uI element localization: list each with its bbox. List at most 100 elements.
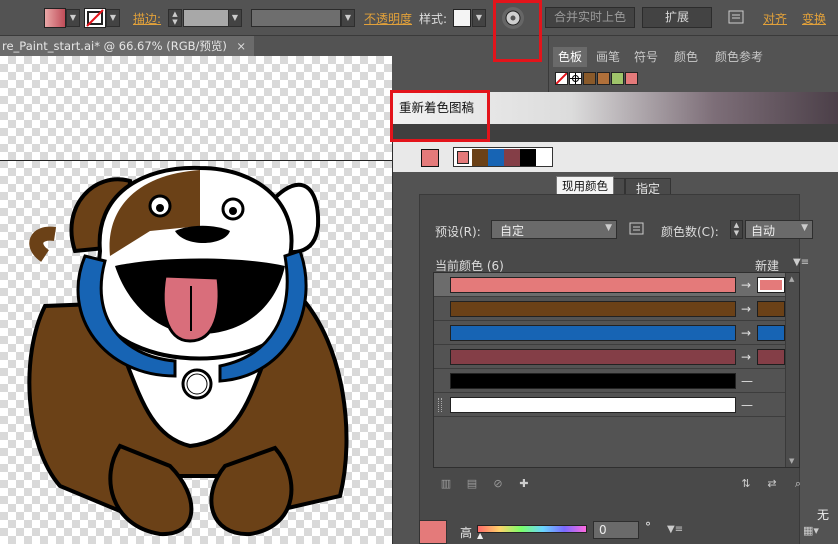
current-color-bar-brown[interactable]: [450, 301, 736, 317]
no-assign-dash: —: [741, 398, 753, 412]
current-color-bar-maroon[interactable]: [450, 349, 736, 365]
swatch-4[interactable]: [625, 72, 638, 85]
find-color-icon[interactable]: ⌕: [791, 478, 805, 490]
drag-handle-icon[interactable]: [438, 398, 442, 412]
new-color-swatch-maroon[interactable]: [757, 349, 785, 365]
hue-slider[interactable]: [477, 525, 587, 533]
color-count-stepper[interactable]: ▲ ▼: [730, 220, 743, 239]
color-row-white[interactable]: —: [434, 393, 799, 417]
fill-dropdown[interactable]: ▼: [66, 9, 80, 27]
random-order-icon[interactable]: ⇅: [739, 478, 753, 490]
style-dropdown[interactable]: ▼: [472, 9, 486, 27]
opacity-label[interactable]: 不透明度: [364, 10, 412, 27]
swatch-1[interactable]: [583, 72, 596, 85]
random-saturation-icon[interactable]: ⇄: [765, 478, 779, 490]
none-label: 无: [817, 508, 830, 522]
strip-pink: [457, 151, 469, 164]
merge-colors-icon[interactable]: ▤: [465, 478, 479, 490]
tab-brushes[interactable]: 画笔: [591, 47, 625, 67]
new-color-swatch-pink[interactable]: [757, 277, 785, 293]
color-count-value: 自动: [751, 224, 776, 238]
control-bar: ▼ ▼ 描边: ▲ ▼ ▼ ▼ 不透明度 样式: ▼ 合并实时上色 扩展 对齐 …: [0, 0, 838, 36]
document-tab[interactable]: re_Paint_start.ai* @ 66.67% (RGB/预览) ×: [0, 36, 254, 56]
current-color-swatch[interactable]: [421, 149, 439, 167]
stroke-weight-field[interactable]: [183, 9, 229, 27]
preset-select[interactable]: 自定 ▼: [491, 220, 617, 239]
swatch-registration[interactable]: [569, 72, 582, 85]
color-group-header: [393, 142, 838, 172]
hue-value-field[interactable]: 0: [593, 521, 639, 539]
bulldog-illustration: [27, 165, 349, 537]
current-color-bar-blue[interactable]: [450, 325, 736, 341]
expand-button[interactable]: 扩展: [642, 7, 712, 28]
color-count-dropdown-icon: ▼: [801, 223, 808, 233]
highlight-dialog-title: [390, 90, 490, 142]
recolor-artwork-dialog: 重新着色图稿 指定 现用颜色 预设(R): 自定 ▼ 颜色数(C): ▲ ▼ 自…: [392, 92, 838, 544]
assign-arrow[interactable]: →: [741, 273, 751, 297]
exclude-colors-icon[interactable]: ⊘: [491, 478, 505, 490]
tab-swatches[interactable]: 色板: [553, 47, 587, 67]
strip-black: [520, 149, 536, 166]
artboard-canvas[interactable]: [0, 56, 392, 544]
transform-link[interactable]: 变换: [802, 10, 826, 27]
hue-value: 0: [599, 523, 607, 537]
color-row-black[interactable]: —: [434, 369, 799, 393]
fill-swatch[interactable]: [44, 8, 66, 28]
stroke-swatch[interactable]: [84, 8, 106, 28]
color-row-blue[interactable]: →: [434, 321, 799, 345]
color-row-pink[interactable]: →: [434, 273, 799, 297]
bottom-color-swatch[interactable]: [419, 520, 447, 544]
scroll-down-icon[interactable]: ▼: [789, 457, 794, 465]
style-label: 样式:: [419, 12, 448, 26]
active-colors-strip[interactable]: [453, 147, 553, 167]
align-link[interactable]: 对齐: [763, 10, 787, 27]
color-grid-icon[interactable]: ▦▾: [803, 524, 819, 537]
new-row-icon[interactable]: ✚: [517, 478, 531, 490]
preset-options-icon[interactable]: [629, 222, 645, 236]
panel-options-icon[interactable]: [727, 9, 745, 25]
tab-color-guide[interactable]: 颜色参考: [709, 47, 769, 67]
new-color-swatch-brown[interactable]: [757, 301, 785, 317]
color-row-maroon[interactable]: →: [434, 345, 799, 369]
tab-color[interactable]: 颜色: [669, 47, 703, 67]
swatch-3[interactable]: [611, 72, 624, 85]
stroke-label[interactable]: 描边:: [133, 10, 161, 27]
hue-slider-handle[interactable]: ▲: [477, 531, 483, 540]
current-color-bar-pink[interactable]: [450, 277, 736, 293]
strip-maroon: [504, 149, 520, 166]
scroll-up-icon[interactable]: ▲: [789, 275, 794, 283]
strip-blue: [488, 149, 504, 166]
separate-colors-icon[interactable]: ▥: [439, 478, 453, 490]
stroke-dropdown[interactable]: ▼: [106, 9, 120, 27]
no-assign-dash: —: [741, 374, 753, 388]
assign-arrow[interactable]: →: [741, 321, 751, 345]
style-swatch[interactable]: [453, 9, 471, 27]
assign-arrow[interactable]: →: [741, 297, 751, 321]
color-row-brown[interactable]: →: [434, 297, 799, 321]
variable-width-profile[interactable]: [251, 9, 341, 27]
current-color-bar-white[interactable]: [450, 397, 736, 413]
preset-label: 预设(R):: [435, 225, 481, 239]
merge-live-paint-button[interactable]: 合并实时上色: [545, 7, 635, 28]
stroke-weight-stepper[interactable]: ▲ ▼: [168, 9, 182, 27]
document-title: re_Paint_start.ai* @ 66.67% (RGB/预览): [2, 39, 227, 53]
bottom-label: 高: [460, 526, 473, 540]
highlight-recolor-button: [493, 0, 542, 62]
profile-dropdown[interactable]: ▼: [341, 9, 355, 27]
list-menu-icon[interactable]: ▼≡: [793, 257, 809, 268]
degree-unit: °: [645, 520, 651, 534]
new-color-swatch-blue[interactable]: [757, 325, 785, 341]
list-scrollbar[interactable]: ▲ ▼: [785, 273, 799, 467]
close-tab-icon[interactable]: ×: [236, 36, 246, 56]
stroke-weight-dropdown[interactable]: ▼: [228, 9, 242, 27]
slider-menu-icon[interactable]: ▼≡: [667, 524, 683, 535]
preset-dropdown-icon: ▼: [605, 223, 612, 233]
swatch-2[interactable]: [597, 72, 610, 85]
swatch-none[interactable]: [555, 72, 568, 85]
current-color-bar-black[interactable]: [450, 373, 736, 389]
tab-symbols[interactable]: 符号: [629, 47, 663, 67]
color-count-select[interactable]: 自动 ▼: [745, 220, 813, 239]
assign-arrow[interactable]: →: [741, 345, 751, 369]
no-stroke-icon: [86, 9, 104, 27]
strip-brown: [472, 149, 488, 166]
